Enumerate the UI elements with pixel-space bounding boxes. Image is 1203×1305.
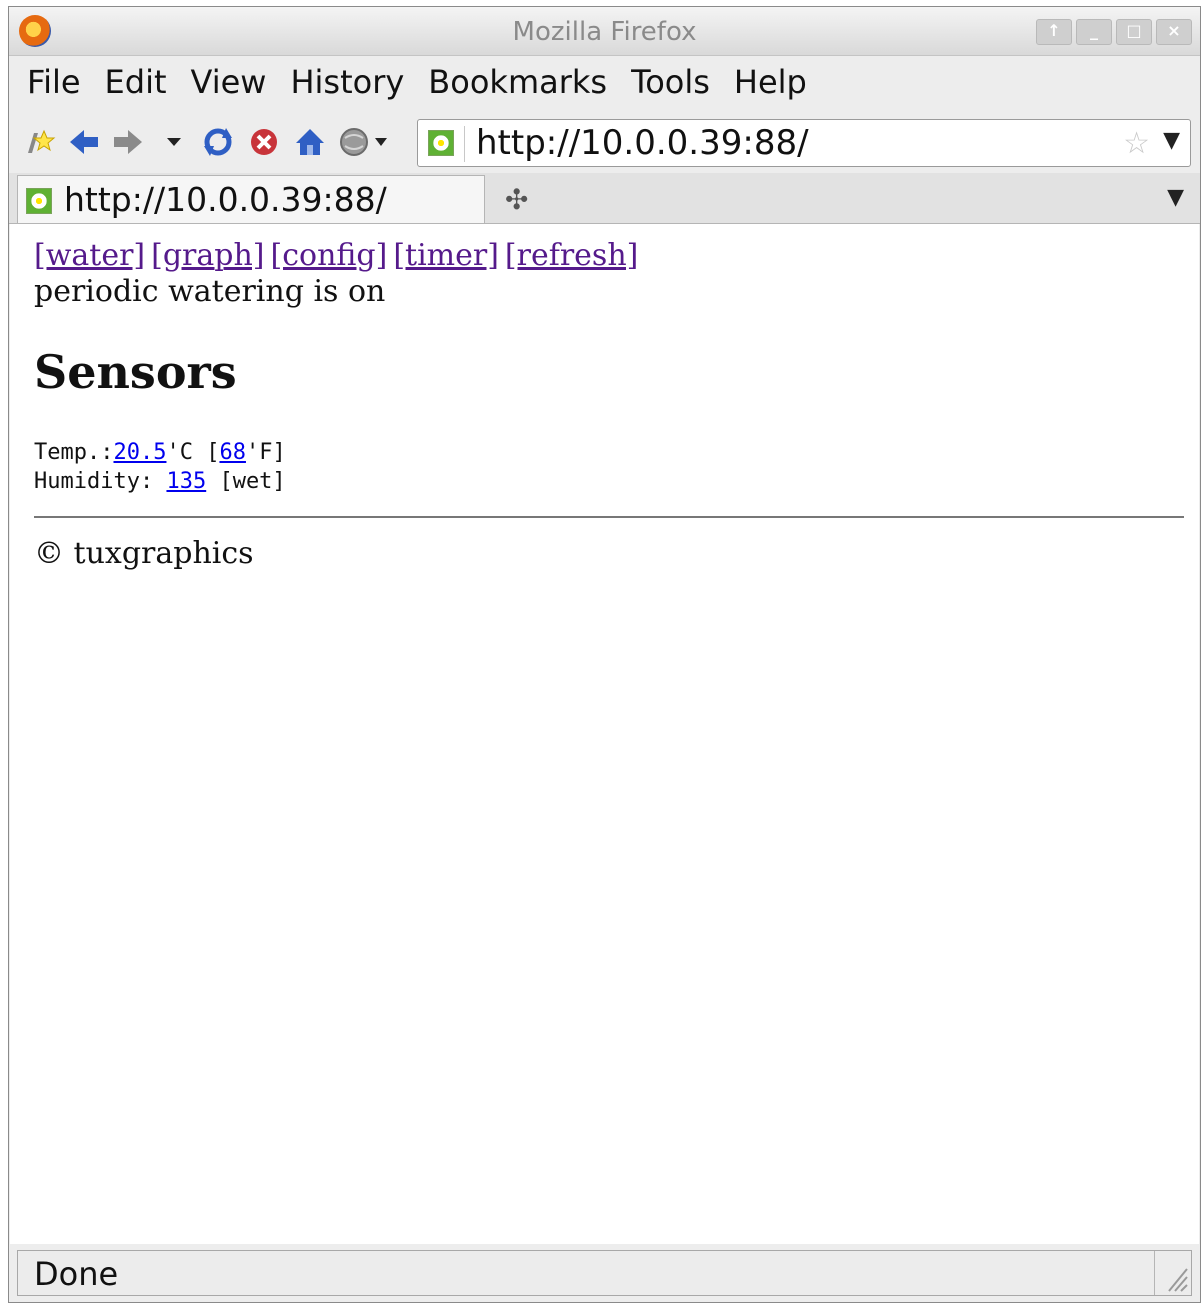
menu-bar: File Edit View History Bookmarks Tools H… — [9, 56, 1200, 108]
back-arrow-icon[interactable] — [67, 125, 101, 159]
navigation-toolbar: http://10.0.0.39:88/ ☆ ▼ — [9, 111, 1200, 175]
menu-view[interactable]: View — [191, 63, 267, 101]
menu-edit[interactable]: Edit — [105, 63, 167, 101]
tab-favicon-icon — [26, 188, 52, 214]
humidity-value-link[interactable]: 135 — [166, 469, 206, 494]
temp-celsius-unit: 'C [ — [166, 440, 220, 465]
link-timer[interactable]: [timer] — [393, 238, 499, 273]
page-heading: Sensors — [34, 345, 237, 399]
humidity-state: [wet] — [206, 469, 286, 494]
menu-bookmarks[interactable]: Bookmarks — [428, 63, 607, 101]
divider — [34, 516, 1184, 518]
window-maximize-button[interactable]: □ — [1116, 19, 1152, 45]
window-close-button[interactable]: × — [1156, 19, 1192, 45]
temp-fahrenheit-link[interactable]: 68 — [219, 440, 246, 465]
window-shade-button[interactable]: ↑ — [1036, 19, 1072, 45]
link-water[interactable]: [water] — [34, 238, 145, 273]
sensor-readings: Temp.:20.5'C [68'F] Humidity: 135 [wet] — [34, 438, 1191, 496]
tab-active[interactable]: http://10.0.0.39:88/ — [17, 175, 485, 223]
window-controls: ↑ _ □ × — [1036, 19, 1192, 45]
page-content: [water] [graph] [config] [timer] [refresh] p… — [10, 224, 1199, 1244]
page-body: [water] [graph] [config] [timer] [refresh] p… — [34, 238, 1191, 571]
temp-label: Temp.: — [34, 440, 114, 465]
bookmark-page-star-icon[interactable]: ☆ — [1123, 126, 1150, 161]
forward-arrow-icon[interactable] — [111, 125, 145, 159]
site-favicon-icon — [428, 130, 454, 156]
url-history-dropdown-icon[interactable]: ▼ — [1163, 128, 1180, 153]
browser-window: Mozilla Firefox ↑ _ □ × File Edit View H… — [8, 6, 1201, 1303]
footer-copyright: © tuxgraphics — [34, 536, 254, 571]
window-left-edge — [0, 0, 8, 1305]
reload-icon[interactable] — [201, 125, 235, 159]
title-bar[interactable]: Mozilla Firefox ↑ _ □ × — [9, 7, 1200, 56]
humidity-label: Humidity: — [34, 469, 167, 494]
url-input[interactable]: http://10.0.0.39:88/ — [476, 123, 809, 163]
status-text: Done — [34, 1255, 119, 1293]
menu-tools[interactable]: Tools — [631, 63, 710, 101]
url-bar[interactable]: http://10.0.0.39:88/ ☆ ▼ — [417, 119, 1191, 167]
bookmark-star-icon[interactable] — [23, 125, 57, 159]
menu-file[interactable]: File — [27, 63, 81, 101]
link-graph[interactable]: [graph] — [151, 238, 264, 273]
temp-fahrenheit-unit: 'F] — [245, 440, 286, 465]
stop-icon[interactable] — [247, 125, 281, 159]
menu-history[interactable]: History — [290, 63, 404, 101]
status-bar: Done — [17, 1250, 1192, 1296]
link-config[interactable]: [config] — [271, 238, 388, 273]
watering-status: periodic watering is on — [34, 274, 386, 309]
globe-icon[interactable] — [339, 125, 393, 159]
menu-help[interactable]: Help — [734, 63, 807, 101]
nav-links: [water] [graph] [config] [timer] [refresh] — [34, 238, 1191, 274]
home-icon[interactable] — [293, 125, 327, 159]
tab-list-dropdown-icon[interactable]: ▼ — [1167, 185, 1184, 210]
new-tab-icon[interactable]: ✣ — [505, 183, 528, 216]
window-title: Mozilla Firefox — [512, 17, 697, 47]
url-separator — [464, 126, 465, 162]
temp-celsius-link[interactable]: 20.5 — [113, 440, 166, 465]
resize-grip-icon[interactable] — [1154, 1251, 1191, 1295]
history-dropdown-icon[interactable] — [157, 125, 191, 159]
window-minimize-button[interactable]: _ — [1076, 19, 1112, 45]
link-refresh[interactable]: [refresh] — [505, 238, 638, 273]
tab-label: http://10.0.0.39:88/ — [64, 180, 387, 219]
tab-strip: http://10.0.0.39:88/ ✣ ▼ — [9, 173, 1200, 224]
